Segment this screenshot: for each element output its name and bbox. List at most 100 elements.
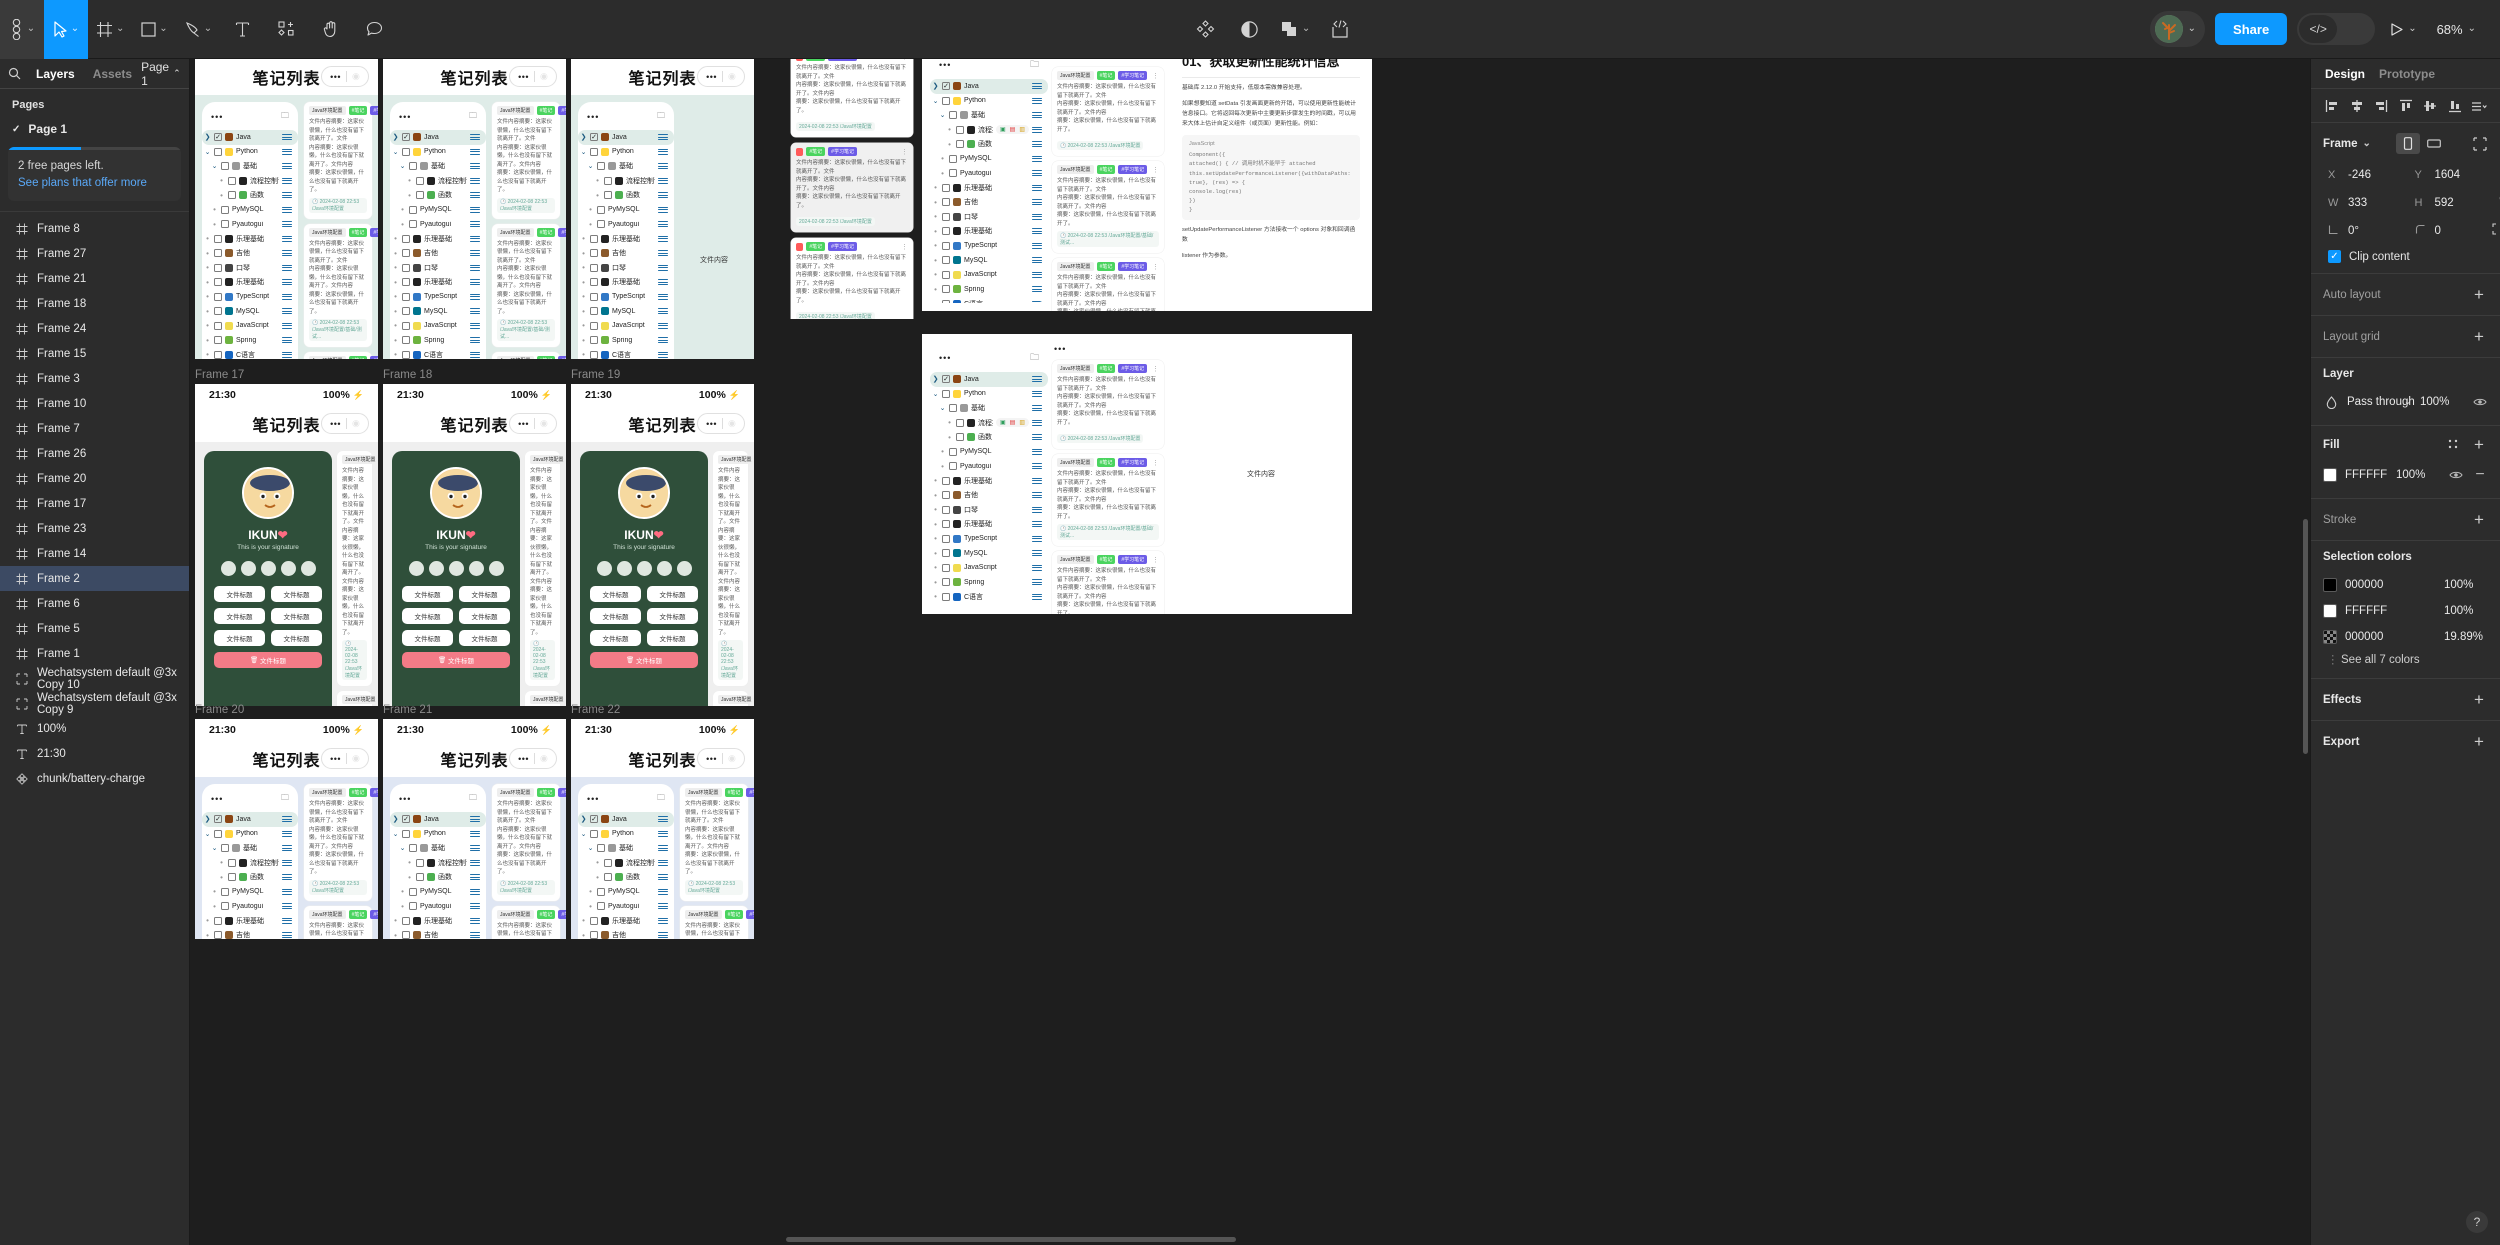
drag-handle-icon[interactable] bbox=[470, 279, 480, 286]
frame-label[interactable]: Frame 22 bbox=[571, 704, 620, 716]
tree-node-icon[interactable] bbox=[416, 858, 424, 867]
tree-node-icon[interactable] bbox=[949, 462, 957, 471]
eye-icon[interactable] bbox=[2472, 397, 2488, 407]
drag-handle-icon[interactable] bbox=[470, 830, 480, 837]
tree-node-icon[interactable] bbox=[942, 520, 950, 529]
tree-row[interactable]: • 乐理基础 bbox=[578, 914, 674, 929]
tree-node-icon[interactable] bbox=[228, 191, 236, 200]
tree-node-icon[interactable] bbox=[949, 404, 957, 413]
folder-tree-card[interactable]: •••🗀❯✓Java⌄Python⌄基础•流程控制语句•函数•PyMySQL•P… bbox=[202, 102, 298, 359]
tree-node-icon[interactable] bbox=[590, 336, 598, 345]
drag-handle-icon[interactable] bbox=[658, 148, 668, 155]
more-vertical-icon[interactable]: ⋮ bbox=[901, 59, 908, 61]
search-icon[interactable] bbox=[8, 67, 27, 80]
tree-node-icon[interactable] bbox=[942, 270, 950, 279]
drag-handle-icon[interactable] bbox=[658, 845, 668, 852]
tree-row[interactable]: • 流程控制语句 bbox=[578, 856, 674, 871]
tree-row[interactable]: • PyMySQL bbox=[930, 152, 1048, 167]
drag-handle-icon[interactable] bbox=[470, 221, 480, 228]
collapse-arrow-icon[interactable]: ⌄ bbox=[580, 148, 587, 156]
tree-checkbox[interactable]: ✓ bbox=[214, 133, 222, 142]
drag-handle-icon[interactable] bbox=[658, 250, 668, 257]
layer-item[interactable]: Frame 10 bbox=[0, 391, 189, 416]
more-dots-icon[interactable]: ••• bbox=[211, 112, 223, 122]
tree-node-icon[interactable] bbox=[214, 336, 222, 345]
more-dots-icon[interactable]: ••• bbox=[706, 419, 717, 429]
collapse-arrow-icon[interactable]: ⌄ bbox=[211, 844, 218, 852]
see-all-colors-link[interactable]: See all 7 colors bbox=[2323, 650, 2488, 668]
new-folder-icon[interactable]: 🗀 bbox=[657, 110, 665, 124]
drag-handle-icon[interactable] bbox=[282, 830, 292, 837]
collapse-arrow-icon[interactable]: ⌄ bbox=[399, 844, 406, 852]
drag-handle-icon[interactable] bbox=[282, 859, 292, 866]
collapse-arrow-icon[interactable]: ⌄ bbox=[399, 162, 406, 170]
tree-node-icon[interactable] bbox=[214, 350, 222, 359]
drag-handle-icon[interactable] bbox=[470, 859, 480, 866]
selection-color-row[interactable]: FFFFFF 100% bbox=[2323, 598, 2488, 624]
tree-node-icon[interactable] bbox=[214, 278, 222, 287]
drag-handle-icon[interactable] bbox=[1032, 97, 1042, 104]
drag-handle-icon[interactable] bbox=[282, 293, 292, 300]
tree-node-icon[interactable] bbox=[949, 154, 957, 163]
tree-node-icon[interactable] bbox=[214, 829, 222, 838]
tree-row[interactable]: • JavaScript bbox=[390, 319, 486, 334]
layer-item[interactable]: Frame 3 bbox=[0, 366, 189, 391]
note-card[interactable]: Java环境配置#笔记#学习笔记⋮ 文件内容摘要：这家伙很懒，什么也没有留下就离开… bbox=[304, 784, 378, 901]
tree-node-icon[interactable] bbox=[214, 263, 222, 272]
independent-corners-icon[interactable] bbox=[2492, 222, 2500, 240]
fill-hex-value[interactable]: FFFFFF bbox=[2345, 469, 2388, 481]
tree-node-icon[interactable] bbox=[402, 350, 410, 359]
selection-color-row[interactable]: 000000 19.89% bbox=[2323, 624, 2488, 650]
more-dots-icon[interactable]: ••• bbox=[939, 60, 951, 70]
folder-tree-card[interactable]: •••🗀❯✓Java⌄Python⌄基础•流程控制语句•函数•PyMySQL•P… bbox=[390, 784, 486, 939]
drag-handle-icon[interactable] bbox=[282, 816, 292, 823]
drag-handle-icon[interactable] bbox=[1032, 477, 1042, 484]
drag-handle-icon[interactable] bbox=[1032, 550, 1042, 557]
notes-column[interactable]: Java环境配置#笔记#学习笔记⋮ 文件内容摘要：这家伙很懒，什么也没有留下就离开… bbox=[490, 777, 566, 939]
drag-handle-icon[interactable] bbox=[1032, 228, 1042, 235]
add-effect-button[interactable]: + bbox=[2470, 691, 2488, 708]
drag-handle-icon[interactable] bbox=[470, 192, 480, 199]
tree-row[interactable]: • 乐理基础 bbox=[930, 224, 1048, 239]
drag-handle-icon[interactable] bbox=[658, 859, 668, 866]
drag-handle-icon[interactable] bbox=[282, 932, 292, 939]
share-button[interactable]: Share bbox=[2215, 13, 2288, 45]
tree-row[interactable]: • 乐理基础 bbox=[202, 275, 298, 290]
drag-handle-icon[interactable] bbox=[658, 874, 668, 881]
frame-type-selector[interactable]: Frame ⌄ bbox=[2323, 138, 2371, 150]
new-folder-icon[interactable]: 🗀 bbox=[281, 110, 289, 124]
frame-tool-button[interactable]: ⌄ bbox=[88, 0, 132, 59]
drag-handle-icon[interactable] bbox=[1032, 463, 1042, 470]
more-dots-icon[interactable]: ••• bbox=[587, 794, 599, 804]
expand-arrow-icon[interactable]: ❯ bbox=[932, 82, 939, 90]
drag-handle-icon[interactable] bbox=[1032, 492, 1042, 499]
tree-node-icon[interactable] bbox=[942, 198, 950, 207]
canvas-frame[interactable]: 21:30 100% ⚡ 笔记列表 ••• ◉ IKUN❤ This is your sign… bbox=[383, 384, 566, 706]
drag-handle-icon[interactable] bbox=[282, 279, 292, 286]
edit-icon[interactable]: ▥ bbox=[1019, 419, 1025, 426]
align-left-icon[interactable] bbox=[2323, 97, 2341, 115]
note-card[interactable]: Java环境配置#笔记#学习笔记⋮ 文件内容摘要：这家伙很懒，什么也没有留下就离开… bbox=[492, 223, 566, 348]
drag-handle-icon[interactable] bbox=[658, 830, 668, 837]
resize-to-fit-icon[interactable] bbox=[2472, 136, 2488, 151]
layer-item[interactable]: Frame 2 bbox=[0, 566, 189, 592]
tree-node-icon[interactable] bbox=[942, 534, 950, 543]
expand-arrow-icon[interactable]: ❯ bbox=[204, 815, 211, 823]
tree-node-icon[interactable] bbox=[942, 241, 950, 250]
frame-label[interactable]: Frame 21 bbox=[383, 704, 432, 716]
add-stroke-button[interactable]: + bbox=[2470, 511, 2488, 528]
collapse-arrow-icon[interactable]: ⌄ bbox=[939, 111, 946, 119]
note-card[interactable]: Java环境配置#笔记#学习笔记⋮ 文件内容摘要：这家伙很懒，什么也没有留下就离开… bbox=[337, 451, 378, 687]
more-vertical-icon[interactable]: ⋮ bbox=[901, 243, 908, 251]
tree-row[interactable]: • 口琴 bbox=[930, 210, 1048, 225]
tree-row[interactable]: • MySQL bbox=[390, 304, 486, 319]
tree-node-icon[interactable] bbox=[604, 873, 612, 882]
tree-node-icon[interactable] bbox=[214, 147, 222, 156]
x-field[interactable]: X -246 bbox=[2323, 163, 2402, 187]
tree-row[interactable]: • 流程控制语句 ▣ ▤▥ bbox=[930, 123, 1048, 138]
folder-tree-card[interactable]: •••🗀❯✓Java⌄Python⌄基础•流程控制语句•函数•PyMySQL•P… bbox=[578, 784, 674, 939]
drag-handle-icon[interactable] bbox=[1032, 506, 1042, 513]
more-dots-icon[interactable]: ••• bbox=[939, 353, 951, 363]
zoom-level-button[interactable]: 68% ⌄ bbox=[2431, 22, 2482, 37]
tree-row[interactable]: • MySQL bbox=[202, 304, 298, 319]
